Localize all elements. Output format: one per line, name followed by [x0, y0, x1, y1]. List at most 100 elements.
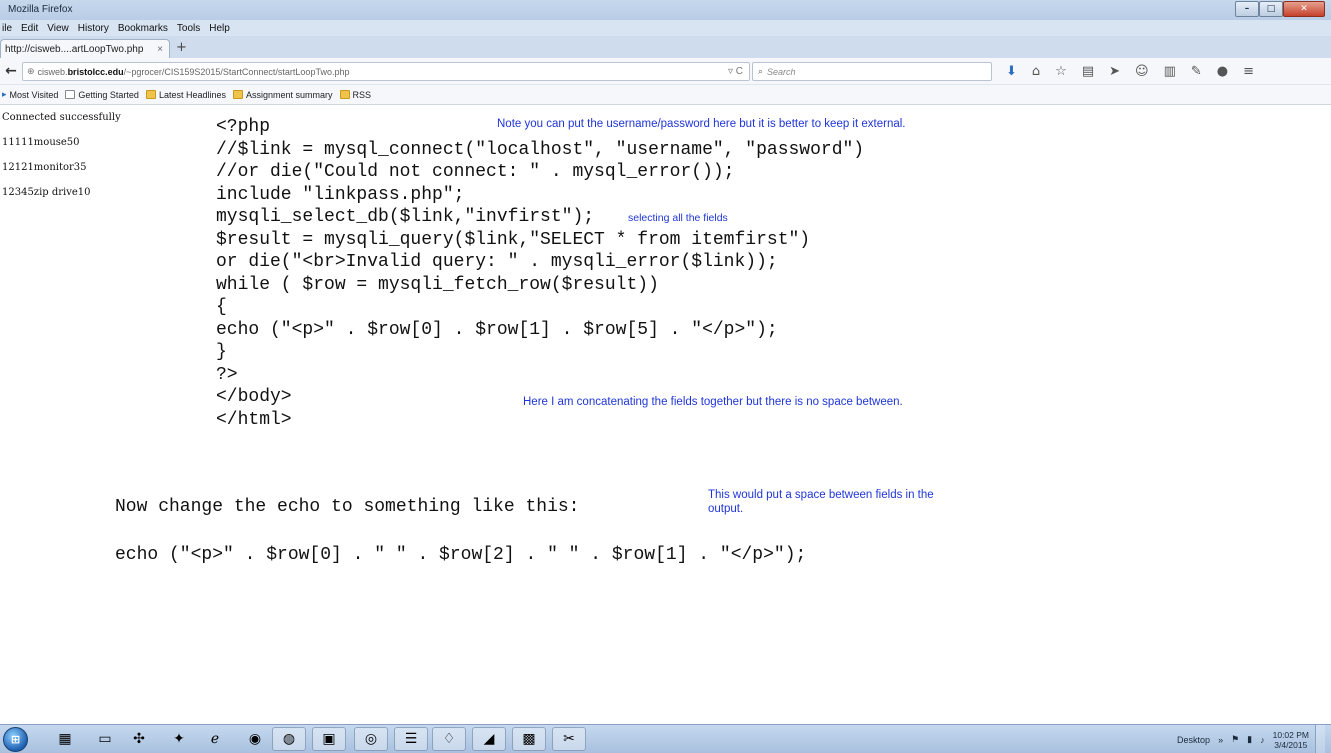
- url-host: bristolcc.edu: [67, 66, 124, 77]
- folder-icon: [145, 90, 156, 99]
- snip-task[interactable]: ✂: [552, 727, 586, 751]
- code-line: {: [216, 297, 227, 317]
- firefox-task[interactable]: ◍: [272, 727, 306, 751]
- tab-startlooptwo[interactable]: http://cisweb....artLoopTwo.php ×: [0, 39, 170, 58]
- url-path: /~pgrocer/CIS159S2015/StartConnect/start…: [123, 66, 350, 77]
- window-controls: – □ ✕: [1235, 1, 1325, 17]
- window-titlebar: Mozilla Firefox – □ ✕: [0, 0, 1331, 20]
- show-desktop-button[interactable]: [1315, 725, 1325, 753]
- calculator-task[interactable]: ▦: [48, 727, 82, 751]
- code-line: or die("<br>Invalid query: " . mysqli_er…: [216, 252, 778, 272]
- url-bar[interactable]: ⊕ cisweb. bristolcc.edu /~pgrocer/CIS159…: [22, 62, 750, 81]
- navigation-toolbar: ← ⊕ cisweb. bristolcc.edu /~pgrocer/CIS1…: [0, 58, 1331, 85]
- page-icon: [65, 90, 76, 99]
- chat-icon[interactable]: ●: [1217, 64, 1228, 79]
- menu-bar: ile Edit View History Bookmarks Tools He…: [0, 20, 1331, 36]
- reader-icon[interactable]: ▤: [1082, 64, 1094, 79]
- send-icon[interactable]: ➤: [1109, 64, 1120, 79]
- flag-icon[interactable]: ⚑: [1231, 734, 1239, 745]
- search-placeholder: Search: [767, 66, 796, 77]
- bookmark-item[interactable]: Latest Headlines: [145, 89, 226, 100]
- tools-task[interactable]: ▩: [512, 727, 546, 751]
- bookmark-label: Assignment summary: [245, 89, 333, 100]
- output-line: 11111mouse50: [2, 137, 80, 148]
- most-visited-icon: ▸: [2, 89, 7, 99]
- bookmark-label: RSS: [352, 89, 372, 100]
- tab-close-icon[interactable]: ×: [157, 44, 163, 55]
- bookmark-label: Most Visited: [9, 89, 59, 100]
- desktop-toolbar-label[interactable]: Desktop: [1177, 735, 1210, 745]
- network-task[interactable]: ✣: [122, 727, 156, 751]
- minimize-button[interactable]: –: [1235, 1, 1259, 17]
- network-icon[interactable]: ▮: [1247, 734, 1252, 745]
- clock[interactable]: 10:02 PM 3/4/2015: [1273, 730, 1309, 750]
- code-line: while ( $row = mysqli_fetch_row($result)…: [216, 274, 659, 295]
- ie-task[interactable]: ℯ: [198, 727, 232, 751]
- back-arrow-icon[interactable]: ←: [2, 62, 20, 80]
- note-credentials: Note you can put the username/password h…: [497, 118, 906, 130]
- bookmark-label: Getting Started: [78, 89, 139, 100]
- search-input[interactable]: ⌕ Search: [752, 62, 992, 81]
- tab-bar: http://cisweb....artLoopTwo.php × +: [0, 36, 1331, 58]
- download-icon[interactable]: ⬇: [1006, 64, 1017, 79]
- code-line: mysqli_select_db($link,"invfirst");: [216, 207, 595, 227]
- chrome-task[interactable]: ◉: [238, 727, 272, 751]
- chat-task[interactable]: ☰: [394, 727, 428, 751]
- hello-icon[interactable]: ☺: [1135, 64, 1149, 79]
- folder-icon: [339, 90, 350, 99]
- maximize-button[interactable]: □: [1259, 1, 1283, 17]
- folder-icon: [232, 90, 243, 99]
- start-button[interactable]: ⊞: [3, 727, 28, 752]
- note-concatenating: Here I am concatenating the fields toget…: [523, 396, 903, 408]
- close-button[interactable]: ✕: [1283, 1, 1325, 17]
- bookmark-item[interactable]: Assignment summary: [232, 89, 333, 100]
- code-line: //or die("Could not connect: " . mysql_e…: [216, 162, 735, 182]
- system-tray: Desktop » ⚑ ▮ ♪ 10:02 PM 3/4/2015: [1177, 725, 1325, 753]
- code-line: echo ("<p>" . $row[0] . $row[1] . $row[5…: [216, 319, 778, 340]
- volume-icon[interactable]: ♪: [1260, 735, 1265, 745]
- star-icon[interactable]: ☆: [1055, 64, 1067, 79]
- code-line: $result = mysqli_query($link,"SELECT * f…: [216, 229, 811, 250]
- menu-bookmarks[interactable]: Bookmarks: [118, 23, 168, 34]
- code-line: }: [216, 342, 227, 362]
- bookmark-label: Latest Headlines: [158, 89, 226, 100]
- media-task[interactable]: ◎: [354, 727, 388, 751]
- addon-icon[interactable]: ✎: [1191, 64, 1202, 79]
- code-line: ?>: [216, 364, 238, 385]
- hamburger-menu-icon[interactable]: ≡: [1243, 64, 1254, 79]
- output-line: Connected successfully: [2, 112, 121, 123]
- site-identity-icon[interactable]: ⊕: [27, 66, 35, 77]
- note-space-between: This would put a space between fields in…: [708, 488, 934, 516]
- reload-icon[interactable]: ▿ C: [728, 66, 743, 77]
- bookmark-item[interactable]: ▸ Most Visited: [2, 89, 58, 100]
- window-task[interactable]: ▣: [312, 727, 346, 751]
- tab-label: http://cisweb....artLoopTwo.php: [5, 43, 144, 55]
- paint-task[interactable]: ◢: [472, 727, 506, 751]
- toolbar-icons: ⬇ ⌂ ☆ ▤ ➤ ☺ ▥ ✎ ● ≡: [1006, 62, 1269, 81]
- menu-view[interactable]: View: [47, 23, 69, 34]
- menu-history[interactable]: History: [78, 23, 109, 34]
- clock-date: 3/4/2015: [1274, 739, 1308, 750]
- app-task[interactable]: ✦: [162, 727, 196, 751]
- php-code-listing: <?php //$link = mysql_connect("localhost…: [216, 116, 864, 431]
- instruction-text: Now change the echo to something like th…: [115, 497, 580, 517]
- output-line: 12121monitor35: [2, 162, 87, 173]
- acrobat-task[interactable]: ♢: [432, 727, 466, 751]
- code-line: </html>: [216, 409, 292, 430]
- explorer-task[interactable]: ▭: [88, 727, 122, 751]
- note-space-line: output.: [708, 503, 744, 515]
- new-tab-button[interactable]: +: [176, 40, 187, 55]
- tray-chevron-icon[interactable]: »: [1218, 735, 1223, 745]
- menu-help[interactable]: Help: [209, 23, 230, 34]
- code-line: include "linkpass.php";: [216, 184, 465, 205]
- bookmark-item[interactable]: Getting Started: [65, 90, 139, 100]
- menu-tools[interactable]: Tools: [177, 23, 200, 34]
- library-icon[interactable]: ▥: [1164, 64, 1176, 79]
- url-host-prefix: cisweb.: [37, 66, 68, 77]
- home-icon[interactable]: ⌂: [1032, 64, 1040, 79]
- bookmark-item[interactable]: RSS: [339, 89, 372, 100]
- menu-file[interactable]: ile: [2, 23, 12, 34]
- output-line: 12345zip drive10: [2, 187, 91, 198]
- menu-edit[interactable]: Edit: [21, 23, 38, 34]
- new-echo-code: echo ("<p>" . $row[0] . " " . $row[2] . …: [115, 545, 807, 565]
